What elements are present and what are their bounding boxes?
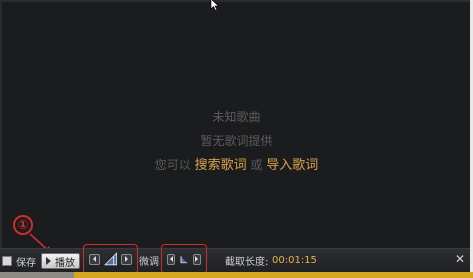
top-edge	[0, 0, 473, 2]
no-lyrics-text: 暂无歌词提供	[200, 134, 273, 148]
tune-control-group	[161, 244, 207, 274]
right-arrow-icon	[125, 256, 129, 262]
duration-label-wrap: 截取长度:	[225, 248, 268, 272]
song-status-text: 未知歌曲	[212, 110, 261, 124]
volume-increase-button[interactable]	[121, 253, 132, 265]
duration-value-wrap: 00:01:15	[272, 248, 317, 272]
lyrics-action-line: 您可以 搜索歌词 或 导入歌词	[0, 153, 473, 177]
mouse-cursor-icon	[210, 0, 220, 11]
left-arrow-icon	[169, 256, 173, 262]
save-label: 保存	[16, 257, 36, 269]
play-button[interactable]: 播放	[41, 253, 80, 269]
or-text: 或	[250, 158, 263, 172]
prompt-prefix-text: 您可以	[154, 158, 191, 172]
search-lyrics-link[interactable]: 搜索歌词	[195, 158, 247, 173]
volume-control-group	[83, 244, 138, 274]
tune-increase-button[interactable]	[192, 253, 201, 265]
close-button[interactable]: ✕	[453, 250, 467, 268]
tune-level-icon	[180, 256, 188, 264]
right-arrow-icon	[195, 256, 199, 262]
left-arrow-icon	[92, 256, 96, 262]
bottom-strip-left-segment	[0, 272, 74, 278]
play-label: 播放	[55, 257, 75, 269]
duration-value: 00:01:15	[272, 254, 317, 266]
save-button[interactable]: 保存	[2, 249, 36, 273]
tune-decrease-button[interactable]	[167, 253, 176, 265]
close-icon: ✕	[454, 252, 466, 266]
volume-decrease-button[interactable]	[89, 253, 100, 265]
volume-level-icon	[103, 252, 117, 266]
duration-label: 截取长度:	[225, 256, 269, 268]
bottom-accent-strip	[0, 272, 473, 278]
lyrics-placeholder: 未知歌曲 暂无歌词提供 您可以 搜索歌词 或 导入歌词	[0, 105, 473, 177]
tune-label: 微调	[139, 256, 159, 268]
lyrics-panel: 未知歌曲 暂无歌词提供 您可以 搜索歌词 或 导入歌词 ① 保存 播放 微调 截…	[0, 0, 473, 278]
play-icon	[46, 257, 51, 265]
annotation-number-badge: ①	[13, 215, 33, 235]
save-checkbox-icon[interactable]	[2, 256, 12, 266]
import-lyrics-link[interactable]: 导入歌词	[266, 158, 318, 173]
tune-label-wrap: 微调	[139, 248, 159, 272]
